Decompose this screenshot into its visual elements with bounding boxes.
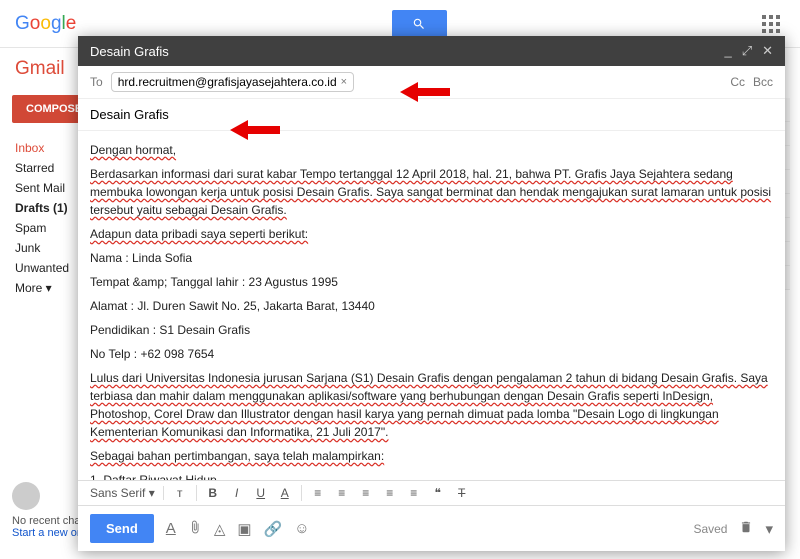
bulleted-list-button[interactable]: ≡ xyxy=(358,486,374,500)
send-button[interactable]: Send xyxy=(90,514,154,543)
quote-button[interactable]: ❝ xyxy=(430,486,446,500)
sidebar-item-drafts[interactable]: Drafts (1) xyxy=(0,198,85,218)
apps-icon[interactable] xyxy=(762,15,780,33)
search-button[interactable] xyxy=(392,10,447,38)
body-birth: Tempat &amp; Tanggal lahir : 23 Agustus … xyxy=(90,273,773,291)
sidebar-item-junk[interactable]: Junk xyxy=(0,238,85,258)
sidebar: Gmail COMPOSE Inbox Starred Sent Mail Dr… xyxy=(0,48,85,559)
more-options-icon[interactable]: ▾ xyxy=(765,520,773,538)
close-icon[interactable]: ✕ xyxy=(762,43,773,59)
formatting-toggle-icon[interactable]: A xyxy=(166,520,176,537)
link-icon[interactable]: 🔗 xyxy=(264,520,283,538)
drive-icon[interactable]: ◬ xyxy=(214,520,226,538)
recipient-email: hrd.recruitmen@grafisjayasejahtera.co.id xyxy=(118,75,337,89)
compose-dialog: Desain Grafis _ ⤢ ✕ To hrd.recruitmen@gr… xyxy=(78,36,785,551)
sidebar-more[interactable]: More ▾ xyxy=(0,278,85,298)
sidebar-item-starred[interactable]: Starred xyxy=(0,158,85,178)
saved-status: Saved xyxy=(693,522,727,536)
body-edu: Pendidikan : S1 Desain Grafis xyxy=(90,321,773,339)
bold-button[interactable]: B xyxy=(205,486,221,500)
indent-less-button[interactable]: ≡ xyxy=(382,486,398,500)
sidebar-item-unwanted[interactable]: Unwanted xyxy=(0,258,85,278)
chip-remove-icon[interactable]: × xyxy=(341,76,347,88)
emoji-icon[interactable]: ☺ xyxy=(294,520,309,537)
body-phone: No Telp : +62 098 7654 xyxy=(90,345,773,363)
compose-window-title: Desain Grafis xyxy=(90,44,169,59)
body-para4: Sebagai bahan pertimbangan, saya telah m… xyxy=(90,449,384,463)
compose-action-bar: Send A ◬ ▣ 🔗 ☺ Saved ▾ xyxy=(78,505,785,551)
minimize-icon[interactable]: _ xyxy=(724,43,731,59)
body-greeting: Dengan hormat, xyxy=(90,143,176,157)
arrow-pointer-icon xyxy=(400,80,450,104)
chat-empty-text: No recent chat xyxy=(12,515,84,527)
text-color-button[interactable]: A xyxy=(277,486,293,500)
format-toolbar: Sans Serif ▾ т B I U A ≡ ≡ ≡ ≡ ≡ ❝ T xyxy=(78,480,785,505)
body-para2: Adapun data pribadi saya seperti berikut… xyxy=(90,227,308,241)
search-icon xyxy=(412,17,426,31)
recipient-chip[interactable]: hrd.recruitmen@grafisjayasejahtera.co.id… xyxy=(111,72,354,92)
attach-icon[interactable] xyxy=(188,520,202,538)
font-size-button[interactable]: т xyxy=(172,486,188,500)
font-selector[interactable]: Sans Serif ▾ xyxy=(90,486,164,500)
body-address: Alamat : Jl. Duren Sawit No. 25, Jakarta… xyxy=(90,297,773,315)
expand-icon[interactable]: ⤢ xyxy=(742,43,752,59)
sidebar-item-spam[interactable]: Spam xyxy=(0,218,85,238)
google-logo[interactable]: Google xyxy=(15,13,76,35)
chat-start-link[interactable]: Start a new on xyxy=(12,527,84,539)
body-para3: Lulus dari Universitas Indonesia jurusan… xyxy=(90,371,768,439)
arrow-pointer-icon xyxy=(230,118,280,142)
italic-button[interactable]: I xyxy=(229,486,245,500)
discard-icon[interactable] xyxy=(739,520,753,538)
numbered-list-button[interactable]: ≡ xyxy=(334,486,350,500)
bcc-link[interactable]: Bcc xyxy=(753,75,773,89)
chat-avatar[interactable] xyxy=(12,482,40,510)
body-para1: Berdasarkan informasi dari surat kabar T… xyxy=(90,167,771,217)
compose-body[interactable]: Dengan hormat, Berdasarkan informasi dar… xyxy=(78,131,785,480)
underline-button[interactable]: U xyxy=(253,486,269,500)
clear-format-button[interactable]: T xyxy=(454,486,470,500)
to-label: To xyxy=(90,75,103,89)
cc-link[interactable]: Cc xyxy=(730,75,745,89)
photo-icon[interactable]: ▣ xyxy=(237,520,251,538)
body-att1: 1. Daftar Riwayat Hidup xyxy=(90,471,773,480)
body-name: Nama : Linda Sofia xyxy=(90,249,773,267)
gmail-title[interactable]: Gmail xyxy=(0,58,85,95)
align-button[interactable]: ≡ xyxy=(310,486,326,500)
indent-more-button[interactable]: ≡ xyxy=(406,486,422,500)
sidebar-item-sent[interactable]: Sent Mail xyxy=(0,178,85,198)
sidebar-item-inbox[interactable]: Inbox xyxy=(0,138,85,158)
